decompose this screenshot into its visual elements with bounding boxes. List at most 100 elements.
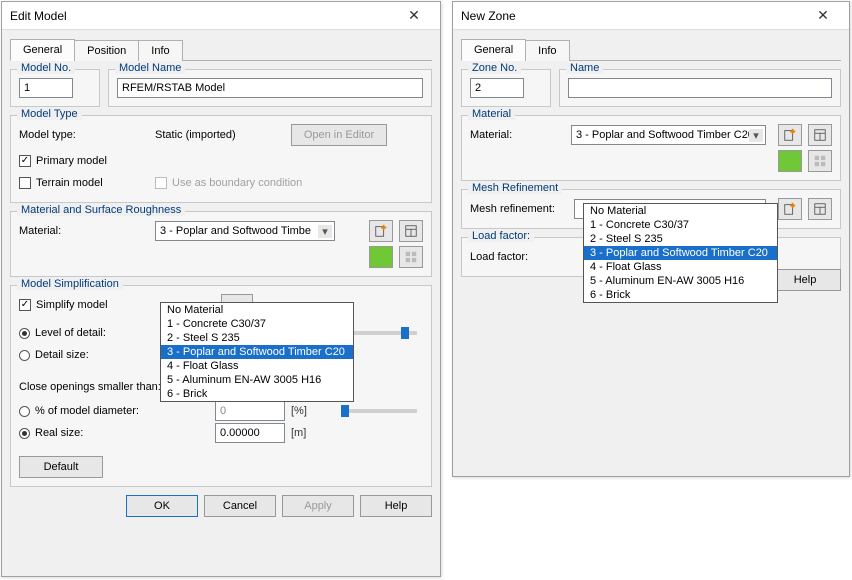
material-color-swatch[interactable] (778, 150, 802, 172)
library-icon (404, 224, 418, 238)
model-no-input[interactable] (19, 78, 73, 98)
grid-icon (404, 250, 418, 264)
material-color-swatch[interactable] (369, 246, 393, 268)
terrain-model-checkbox[interactable]: Terrain model (19, 177, 149, 189)
material-library-button[interactable] (399, 220, 423, 242)
dropdown-option[interactable]: 5 - Aluminum EN-AW 3005 H16 (584, 274, 777, 288)
group-title-simplification: Model Simplification (17, 278, 123, 290)
default-button[interactable]: Default (19, 456, 103, 478)
cancel-button[interactable]: Cancel (204, 495, 276, 517)
dropdown-option[interactable]: 6 - Brick (584, 288, 777, 302)
edit-model-dialog: Edit Model ✕ General Position Info Model… (1, 1, 441, 577)
dropdown-option[interactable]: 4 - Float Glass (584, 260, 777, 274)
zone-name-input[interactable] (568, 78, 832, 98)
group-title-model-type: Model Type (17, 108, 82, 120)
primary-model-checkbox[interactable]: ✓Primary model (19, 155, 107, 167)
new-zone-title: New Zone (461, 9, 805, 23)
material-combo[interactable]: 3 - Poplar and Softwood Timbe ▾ (155, 221, 335, 241)
material-dropdown-list[interactable]: No Material1 - Concrete C30/372 - Steel … (160, 302, 354, 402)
boundary-label: Use as boundary condition (172, 177, 302, 189)
dropdown-option[interactable]: No Material (584, 204, 777, 218)
material-edit-button[interactable] (808, 150, 832, 172)
material-new-button[interactable] (778, 124, 802, 146)
material-edit-button[interactable] (399, 246, 423, 268)
pct-diameter-slider[interactable] (341, 409, 417, 413)
pct-diameter-label: % of model diameter: (35, 405, 139, 417)
dropdown-option[interactable]: 3 - Poplar and Softwood Timber C20 (161, 345, 353, 359)
mesh-new-button[interactable] (778, 198, 802, 220)
help-button[interactable]: Help (360, 495, 432, 517)
library-icon (813, 128, 827, 142)
group-title-material: Material and Surface Roughness (17, 204, 185, 216)
new-icon (783, 128, 797, 142)
open-in-editor-button[interactable]: Open in Editor (291, 124, 387, 146)
dropdown-option[interactable]: 5 - Aluminum EN-AW 3005 H16 (161, 373, 353, 387)
mesh-refinement-label: Mesh refinement: (470, 203, 568, 215)
dropdown-option[interactable]: 4 - Float Glass (161, 359, 353, 373)
apply-button[interactable]: Apply (282, 495, 354, 517)
material-label: Material: (470, 129, 565, 141)
material-combo-value: 3 - Poplar and Softwood Timber C20 (576, 129, 749, 141)
pct-diameter-input (215, 401, 285, 421)
material-dropdown-list[interactable]: No Material1 - Concrete C30/372 - Steel … (583, 203, 778, 303)
zone-no-input[interactable] (470, 78, 524, 98)
material-combo[interactable]: 3 - Poplar and Softwood Timber C20 ▾ (571, 125, 766, 145)
tab-info[interactable]: Info (138, 40, 182, 61)
real-size-unit: [m] (291, 427, 315, 439)
terrain-model-label: Terrain model (36, 177, 103, 189)
new-icon (783, 202, 797, 216)
model-name-input[interactable] (117, 78, 423, 98)
real-size-radio[interactable]: Real size: (19, 427, 209, 439)
group-title-model-no: Model No. (17, 62, 75, 74)
tabstrip: General Position Info (10, 38, 432, 61)
dropdown-option[interactable]: 2 - Steel S 235 (584, 232, 777, 246)
help-button[interactable]: Help (769, 269, 841, 291)
tab-position[interactable]: Position (74, 40, 139, 61)
material-label: Material: (19, 225, 149, 237)
group-title-material: Material (468, 108, 515, 120)
dropdown-option[interactable]: 2 - Steel S 235 (161, 331, 353, 345)
chevron-down-icon: ▾ (749, 129, 763, 142)
level-of-detail-slider[interactable] (343, 331, 417, 335)
new-zone-body: General Info Zone No. Name Material Mate… (453, 30, 849, 293)
edit-model-titlebar: Edit Model ✕ (2, 2, 440, 30)
library-icon (813, 202, 827, 216)
material-library-button[interactable] (808, 124, 832, 146)
model-type-value: Static (imported) (155, 129, 285, 141)
group-title-zone-no: Zone No. (468, 62, 521, 74)
edit-model-title: Edit Model (10, 9, 396, 23)
close-icon[interactable]: ✕ (805, 5, 841, 27)
pct-diameter-unit: [%] (291, 405, 315, 417)
mesh-edit-button[interactable] (808, 198, 832, 220)
detail-size-label: Detail size: (35, 349, 89, 361)
ok-button[interactable]: OK (126, 495, 198, 517)
material-combo-value: 3 - Poplar and Softwood Timbe (160, 225, 318, 237)
group-title-model-name: Model Name (115, 62, 185, 74)
tab-general[interactable]: General (461, 39, 526, 61)
chevron-down-icon: ▾ (318, 225, 332, 238)
material-new-button[interactable] (369, 220, 393, 242)
dropdown-option[interactable]: 1 - Concrete C30/37 (161, 317, 353, 331)
dropdown-option[interactable]: No Material (161, 303, 353, 317)
simplify-model-label: Simplify model (36, 299, 108, 311)
grid-icon (813, 154, 827, 168)
model-type-label: Model type: (19, 129, 149, 141)
close-openings-label: Close openings smaller than: (19, 381, 161, 393)
group-title-mesh: Mesh Refinement (468, 182, 562, 194)
new-icon (374, 224, 388, 238)
new-zone-dialog: New Zone ✕ General Info Zone No. Name Ma… (452, 1, 850, 477)
real-size-input[interactable] (215, 423, 285, 443)
close-icon[interactable]: ✕ (396, 5, 432, 27)
pct-diameter-radio[interactable]: % of model diameter: (19, 405, 209, 417)
tabstrip: General Info (461, 38, 841, 61)
dropdown-option[interactable]: 6 - Brick (161, 387, 353, 401)
level-of-detail-label: Level of detail: (35, 327, 106, 339)
tab-info[interactable]: Info (525, 40, 569, 61)
boundary-checkbox: Use as boundary condition (155, 177, 302, 189)
edit-model-body: General Position Info Model No. Model Na… (2, 30, 440, 525)
dropdown-option[interactable]: 3 - Poplar and Softwood Timber C20 (584, 246, 777, 260)
dropdown-option[interactable]: 1 - Concrete C30/37 (584, 218, 777, 232)
group-title-load-factor: Load factor: (468, 230, 534, 242)
new-zone-titlebar: New Zone ✕ (453, 2, 849, 30)
tab-general[interactable]: General (10, 39, 75, 61)
